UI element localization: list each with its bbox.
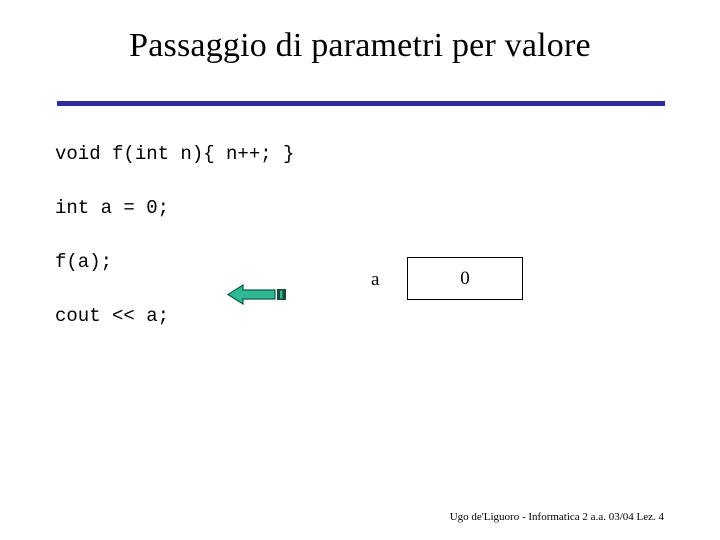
- variable-value-box: 0: [407, 257, 523, 300]
- code-line-output-statement: cout << a;: [55, 305, 170, 327]
- variable-name-label: a: [371, 269, 380, 290]
- title-divider: [57, 101, 665, 106]
- page-title: Passaggio di parametri per valore: [129, 27, 591, 64]
- code-line-variable-declaration: int a = 0;: [55, 197, 170, 219]
- footer-attribution: Ugo de'Liguoro - Informatica 2 a.a. 03/0…: [449, 511, 664, 523]
- code-line-function-call: f(a);: [55, 251, 113, 273]
- left-arrow-icon: [227, 284, 289, 305]
- slide: Passaggio di parametri per valore void f…: [0, 0, 720, 540]
- code-line-function-definition: void f(int n){ n++; }: [55, 143, 295, 165]
- variable-value: 0: [460, 267, 470, 289]
